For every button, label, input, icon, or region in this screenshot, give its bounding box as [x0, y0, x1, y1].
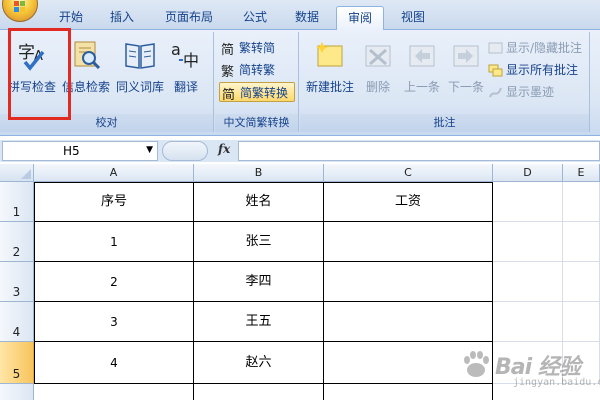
- simplified-to-traditional-button[interactable]: 繁 简转繁: [219, 60, 275, 80]
- grid-cell[interactable]: [563, 302, 600, 342]
- table-cell[interactable]: 3: [34, 302, 194, 342]
- ribbon-next-group-edge: [591, 32, 600, 132]
- next-comment-icon: [453, 45, 479, 67]
- column-header-b[interactable]: B: [194, 164, 324, 182]
- ribbon-tab-bar: 开始 插入 页面布局 公式 数据 审阅 视图: [0, 0, 600, 31]
- name-box-value: H5: [63, 144, 80, 158]
- chinese-conversion-group-label: 中文简繁转换: [215, 114, 298, 132]
- research-icon: [74, 41, 101, 70]
- tab-formulas[interactable]: 公式: [232, 6, 278, 30]
- tab-home[interactable]: 开始: [48, 6, 94, 30]
- grid-cell[interactable]: [194, 384, 324, 400]
- grid-cell[interactable]: [563, 222, 600, 262]
- delete-comment-icon: [365, 45, 391, 67]
- select-all-corner[interactable]: [0, 164, 34, 182]
- table-cell[interactable]: 1: [34, 222, 194, 262]
- show-hide-comment-label: 显示/隐藏批注: [506, 41, 583, 55]
- grid-cell[interactable]: [493, 302, 563, 342]
- comments-group-label: 批注: [300, 114, 589, 132]
- simplified-to-traditional-label: 简转繁: [239, 63, 276, 77]
- new-comment-icon: [316, 42, 343, 67]
- translate-button[interactable]: a 中 翻译: [160, 34, 212, 104]
- convert-icon: 简: [222, 87, 235, 101]
- tab-page-layout[interactable]: 页面布局: [152, 6, 226, 30]
- svg-text:中: 中: [183, 51, 199, 70]
- table-cell[interactable]: [324, 262, 493, 302]
- translate-icon: a 中: [171, 40, 199, 70]
- grid-cell[interactable]: [34, 384, 194, 400]
- comments-group: 新建批注 删除 上一条 下一条 显示/隐藏批注 显示所有批注 显示墨迹 批注: [300, 32, 590, 132]
- grid-cell[interactable]: [493, 182, 563, 222]
- formula-input[interactable]: [238, 141, 600, 161]
- formula-bar-divider-handle[interactable]: [162, 141, 208, 161]
- show-all-comments-button[interactable]: 显示所有批注: [486, 60, 578, 80]
- column-header-a[interactable]: A: [34, 164, 194, 182]
- table-cell[interactable]: [324, 222, 493, 262]
- grid-cell[interactable]: [493, 222, 563, 262]
- tab-insert[interactable]: 插入: [98, 6, 146, 30]
- show-hide-comment-icon: [488, 42, 503, 54]
- thesaurus-icon: [125, 43, 155, 69]
- convert-button[interactable]: 简 简繁转换: [219, 82, 295, 102]
- row-header-3[interactable]: 3: [0, 262, 34, 302]
- row-header-2[interactable]: 2: [0, 222, 34, 262]
- grid-cell[interactable]: [493, 262, 563, 302]
- show-ink-label: 显示墨迹: [506, 85, 555, 99]
- grid-cell[interactable]: [563, 262, 600, 302]
- next-comment-button[interactable]: 下一条: [440, 34, 492, 104]
- simplified-to-traditional-icon: 繁: [221, 64, 234, 78]
- row-header-1[interactable]: 1: [0, 182, 34, 222]
- show-all-comments-label: 显示所有批注: [506, 63, 579, 77]
- watermark-url: jingyan.baidu.com: [513, 377, 600, 388]
- formula-bar: H5 ▼ fx: [0, 140, 600, 162]
- show-hide-comment-button[interactable]: 显示/隐藏批注: [486, 38, 582, 58]
- table-header-cell[interactable]: 序号: [34, 182, 194, 222]
- previous-comment-icon: [409, 45, 435, 67]
- table-cell[interactable]: 李四: [194, 262, 324, 302]
- traditional-to-simplified-label: 繁转简: [239, 41, 276, 55]
- convert-label: 简繁转换: [240, 86, 289, 100]
- office-button[interactable]: [2, 0, 38, 22]
- traditional-to-simplified-button[interactable]: 简 繁转简: [219, 38, 275, 58]
- column-header-c[interactable]: C: [324, 164, 493, 182]
- tab-review[interactable]: 审阅: [336, 6, 384, 31]
- fx-icon[interactable]: fx: [218, 142, 230, 156]
- name-box[interactable]: H5 ▼: [2, 141, 158, 161]
- table-header-cell[interactable]: 姓名: [194, 182, 324, 222]
- paw-icon: [464, 351, 489, 377]
- traditional-to-simplified-icon: 简: [221, 42, 234, 56]
- table-cell[interactable]: [324, 302, 493, 342]
- table-cell[interactable]: 2: [34, 262, 194, 302]
- baidu-jingyan-watermark: Bai 经验 jingyan.baidu.com: [455, 343, 600, 393]
- svg-text:简: 简: [222, 87, 235, 101]
- column-header-e[interactable]: E: [563, 164, 600, 182]
- show-ink-icon: [489, 87, 502, 98]
- svg-text:繁: 繁: [221, 64, 234, 78]
- ribbon: 字 A 拼写检查 信息检索 同义词库 a 中 翻译 校对 简 繁转简 繁 简转繁…: [0, 30, 600, 136]
- highlight-annotation-box: [8, 28, 71, 120]
- table-cell[interactable]: 王五: [194, 302, 324, 342]
- table-cell[interactable]: 赵六: [194, 342, 324, 384]
- chinese-conversion-group: 简 繁转简 繁 简转繁 简 简繁转换 中文简繁转换: [215, 32, 299, 132]
- row-header-6[interactable]: [0, 384, 34, 400]
- show-ink-button[interactable]: 显示墨迹: [486, 82, 554, 102]
- tab-data[interactable]: 数据: [284, 6, 330, 30]
- table-cell[interactable]: 张三: [194, 222, 324, 262]
- translate-label: 翻译: [173, 80, 198, 94]
- column-header-d[interactable]: D: [493, 164, 563, 182]
- svg-text:a: a: [171, 40, 181, 59]
- office-logo-icon: [14, 1, 25, 12]
- tab-view[interactable]: 视图: [390, 6, 436, 30]
- table-header-cell[interactable]: 工资: [324, 182, 493, 222]
- chevron-down-icon[interactable]: ▼: [146, 145, 153, 155]
- row-header-4[interactable]: 4: [0, 302, 34, 342]
- row-header-5[interactable]: 5: [0, 342, 34, 384]
- svg-text:简: 简: [221, 42, 234, 56]
- grid-cell[interactable]: [563, 182, 600, 222]
- table-cell[interactable]: 4: [34, 342, 194, 384]
- show-all-comments-icon: [488, 64, 503, 77]
